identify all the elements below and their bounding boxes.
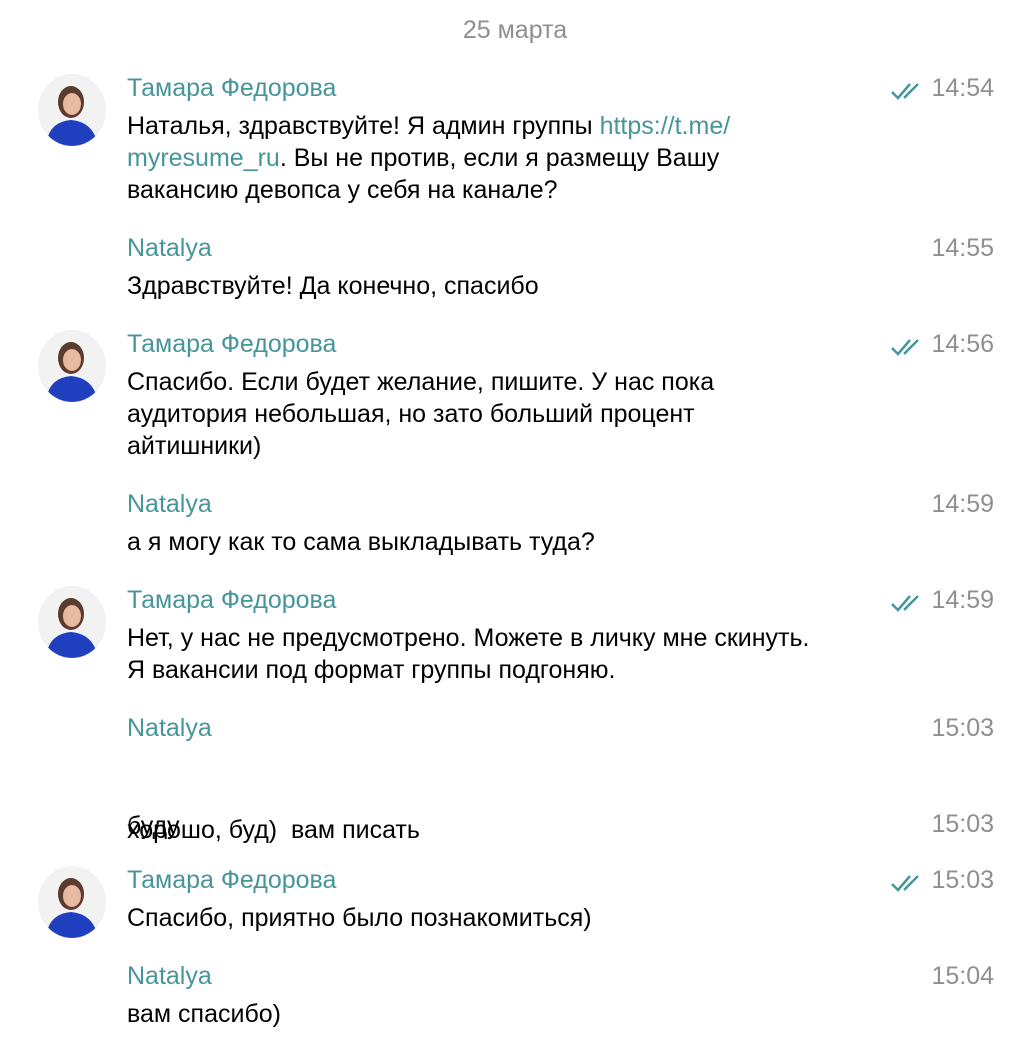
message-text-line: Нет, у нас не предусмотрено. Можете в ли… bbox=[127, 624, 810, 652]
message-time: 14:54 bbox=[931, 74, 994, 102]
avatar-photo bbox=[38, 330, 106, 402]
message-time: 15:03 bbox=[931, 866, 994, 894]
message-text: а я могу как то сама выкладывать туда? bbox=[127, 526, 847, 558]
message-text-line: Я вакансии под формат группы подгоняю. bbox=[127, 656, 616, 684]
message-text-part: Наталья, здравствуйте! Я админ группы bbox=[127, 112, 600, 140]
message-link[interactable]: myresume_ru bbox=[127, 144, 280, 172]
sender-name[interactable]: Тамара Федорова bbox=[127, 866, 336, 895]
message-text-line: буду bbox=[127, 812, 180, 840]
message-time: 15:04 bbox=[931, 962, 994, 990]
message-link[interactable]: https://t.me/ bbox=[600, 112, 731, 140]
message-time: 14:55 bbox=[931, 234, 994, 262]
message-text: Здравствуйте! Да конечно, спасибо bbox=[127, 270, 847, 302]
sender-name[interactable]: Тамара Федорова bbox=[127, 586, 336, 615]
message-text: Спасибо. Если будет желание, пишите. У н… bbox=[127, 366, 847, 462]
sender-name[interactable]: Natalya bbox=[127, 234, 212, 263]
message-time: 14:59 bbox=[931, 586, 994, 614]
avatar-photo bbox=[38, 586, 106, 658]
sender-name[interactable]: Тамара Федорова bbox=[127, 330, 336, 359]
message-text: Наталья, здравствуйте! Я админ группы ht… bbox=[127, 110, 847, 206]
double-check-icon bbox=[891, 339, 919, 356]
avatar[interactable] bbox=[38, 330, 106, 402]
avatar-photo bbox=[38, 74, 106, 146]
message-time: 14:59 bbox=[931, 490, 994, 518]
message-time: 14:56 bbox=[931, 330, 994, 358]
avatar[interactable] bbox=[38, 866, 106, 938]
double-check-icon bbox=[891, 875, 919, 892]
date-separator: 25 марта bbox=[462, 16, 568, 44]
message-text-line: аудитория небольшая, но зато больший про… bbox=[127, 400, 695, 428]
message-text-line: Здравствуйте! Да конечно, спасибо bbox=[127, 272, 539, 300]
message-text-part: . Вы не против, если я размещу Вашу bbox=[279, 144, 720, 172]
avatar-photo bbox=[38, 866, 106, 938]
sender-name[interactable]: Тамара Федорова bbox=[127, 74, 336, 103]
message-text: Нет, у нас не предусмотрено. Можете в ли… bbox=[127, 622, 907, 686]
double-check-icon bbox=[891, 83, 919, 100]
message-time: 15:03 bbox=[931, 810, 994, 838]
message-text: вам спасибо) bbox=[127, 998, 847, 1030]
message-text-line: Спасибо, приятно было познакомиться) bbox=[127, 904, 592, 932]
sender-name[interactable]: Natalya bbox=[127, 490, 212, 519]
avatar[interactable] bbox=[38, 74, 106, 146]
sender-name[interactable]: Natalya bbox=[127, 714, 212, 743]
double-check-icon bbox=[891, 595, 919, 612]
message-text-line: а я могу как то сама выкладывать туда? bbox=[127, 528, 595, 556]
message-text-line: вам спасибо) bbox=[127, 1000, 281, 1028]
message-text: буду bbox=[127, 810, 847, 842]
message-text-line: вакансию девопса у себя на канале? bbox=[127, 176, 558, 204]
avatar[interactable] bbox=[38, 586, 106, 658]
message-text: Спасибо, приятно было познакомиться) bbox=[127, 902, 847, 934]
message-text-line: Спасибо. Если будет желание, пишите. У н… bbox=[127, 368, 715, 396]
sender-name[interactable]: Natalya bbox=[127, 962, 212, 991]
message-text-line: айтишники) bbox=[127, 432, 262, 460]
message-time: 15:03 bbox=[931, 714, 994, 742]
